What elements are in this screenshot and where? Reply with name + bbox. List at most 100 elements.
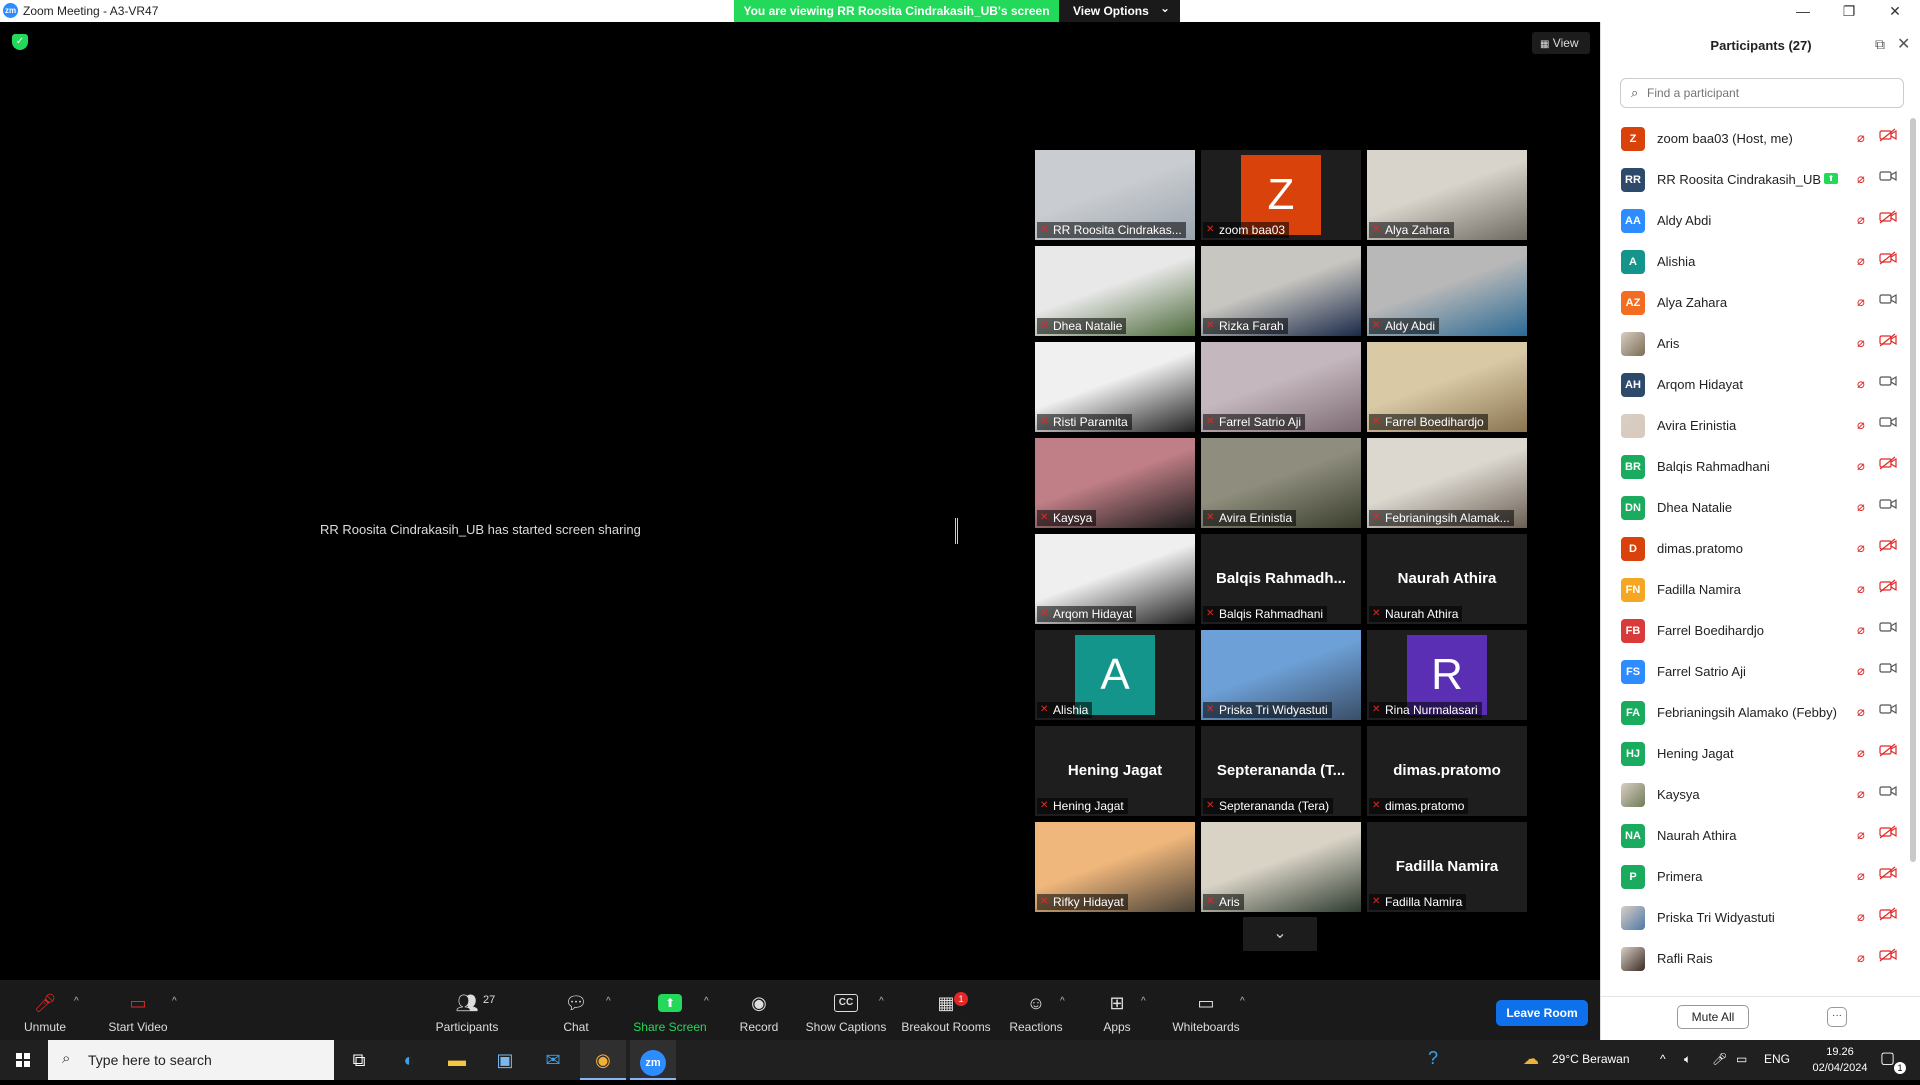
participant-row[interactable]: NA Naurah Athira ⌀ — [1601, 815, 1911, 856]
video-tile[interactable]: ✕ Kaysya — [1035, 438, 1195, 528]
video-off-icon[interactable] — [1879, 825, 1897, 839]
video-tile[interactable]: Septerananda (T... ✕ Septerananda (Tera) — [1201, 726, 1361, 816]
muted-microphone-icon[interactable]: ⌀ — [1857, 335, 1865, 351]
language-indicator[interactable]: ENG — [1764, 1052, 1790, 1066]
muted-microphone-icon[interactable]: ⌀ — [1857, 130, 1865, 146]
participant-row[interactable]: Kaysya ⌀ — [1601, 774, 1911, 815]
participant-list-scrollbar[interactable] — [1910, 118, 1916, 862]
video-tile[interactable]: dimas.pratomo ✕ dimas.pratomo — [1367, 726, 1527, 816]
participant-row[interactable]: FA Febrianingsih Alamako (Febby) ⌀ — [1601, 692, 1911, 733]
video-camera-icon[interactable] — [1879, 292, 1897, 306]
video-camera-icon[interactable] — [1879, 497, 1897, 511]
video-off-icon[interactable] — [1879, 579, 1897, 593]
video-off-icon[interactable] — [1879, 210, 1897, 224]
video-tile[interactable]: Balqis Rahmadh... ✕ Balqis Rahmadhani — [1201, 534, 1361, 624]
notification-icon[interactable]: ▢ — [1880, 1048, 1895, 1068]
chat-button[interactable]: 💬︎ Chat — [556, 980, 596, 1040]
video-options-caret[interactable]: ^ — [172, 996, 177, 1007]
chrome-icon[interactable]: ◉ — [580, 1040, 626, 1080]
muted-microphone-icon[interactable]: ⌀ — [1857, 540, 1865, 556]
record-button[interactable]: ◉ Record — [735, 980, 783, 1040]
participant-row[interactable]: BR Balqis Rahmadhani ⌀ — [1601, 446, 1911, 487]
video-tile[interactable]: ✕ Rizka Farah — [1201, 246, 1361, 336]
zoom-taskbar-icon[interactable]: zm — [630, 1040, 676, 1080]
participant-row[interactable]: Priska Tri Widyastuti ⌀ — [1601, 897, 1911, 938]
participant-search[interactable]: ⌕ — [1620, 78, 1904, 108]
video-tile[interactable]: ✕ Dhea Natalie — [1035, 246, 1195, 336]
participant-row[interactable]: Ddimas.pratomo ⌀ — [1601, 528, 1911, 569]
video-tile[interactable]: R ✕ Rina Nurmalasari — [1367, 630, 1527, 720]
participant-row[interactable]: Zzoom baa03 (Host, me) ⌀ — [1601, 118, 1911, 159]
muted-microphone-icon[interactable]: ⌀ — [1857, 663, 1865, 679]
video-tile[interactable]: ✕ Risti Paramita — [1035, 342, 1195, 432]
video-tile[interactable]: Hening Jagat ✕ Hening Jagat — [1035, 726, 1195, 816]
muted-microphone-icon[interactable]: ⌀ — [1857, 212, 1865, 228]
view-options-button[interactable]: View Options ⌄ — [1059, 0, 1180, 22]
muted-microphone-icon[interactable]: ⌀ — [1857, 417, 1865, 433]
speaker-icon[interactable]: 🔈︎ — [1684, 1052, 1691, 1067]
chat-options-caret[interactable]: ^ — [606, 996, 611, 1007]
participant-row[interactable]: DN Dhea Natalie ⌀ — [1601, 487, 1911, 528]
muted-microphone-icon[interactable]: ⌀ — [1857, 704, 1865, 720]
muted-microphone-icon[interactable]: ⌀ — [1857, 581, 1865, 597]
edge-icon[interactable]: ◐ — [386, 1040, 432, 1080]
mute-all-button[interactable]: Mute All — [1677, 1005, 1749, 1029]
video-off-icon[interactable] — [1879, 866, 1897, 880]
video-tile[interactable]: ✕ Farrel Satrio Aji — [1201, 342, 1361, 432]
video-camera-icon[interactable] — [1879, 661, 1897, 675]
video-camera-icon[interactable] — [1879, 169, 1897, 183]
whiteboards-button[interactable]: ▭ Whiteboards — [1168, 980, 1244, 1040]
apps-options-caret[interactable]: ^ — [1141, 996, 1146, 1007]
whiteboards-options-caret[interactable]: ^ — [1240, 996, 1245, 1007]
video-tile[interactable]: ✕ Rifky Hidayat — [1035, 822, 1195, 912]
video-camera-icon[interactable] — [1879, 374, 1897, 388]
muted-microphone-icon[interactable]: ⌀ — [1857, 376, 1865, 392]
video-tile[interactable]: ✕ RR Roosita Cindrakas... — [1035, 150, 1195, 240]
video-tile[interactable]: A ✕ Alishia — [1035, 630, 1195, 720]
video-camera-icon[interactable] — [1879, 702, 1897, 716]
minimize-button[interactable]: — — [1780, 0, 1826, 22]
close-icon[interactable]: ✕ — [1897, 34, 1910, 54]
muted-microphone-icon[interactable]: ⌀ — [1857, 294, 1865, 310]
video-off-icon[interactable] — [1879, 251, 1897, 265]
reactions-options-caret[interactable]: ^ — [1060, 996, 1065, 1007]
mail-icon[interactable]: ✉ — [530, 1040, 576, 1080]
video-tile[interactable]: ✕ Arqom Hidayat — [1035, 534, 1195, 624]
participant-row[interactable]: A Alishia ⌀ — [1601, 241, 1911, 282]
video-off-icon[interactable] — [1879, 743, 1897, 757]
muted-microphone-icon[interactable]: ⌀ — [1857, 909, 1865, 925]
video-off-icon[interactable] — [1879, 538, 1897, 552]
video-tile[interactable]: ✕ Alya Zahara — [1367, 150, 1527, 240]
video-camera-icon[interactable] — [1879, 784, 1897, 798]
share-screen-button[interactable]: ⬆ Share Screen — [630, 980, 710, 1040]
video-camera-icon[interactable] — [1879, 620, 1897, 634]
muted-microphone-icon[interactable]: ⌀ — [1857, 745, 1865, 761]
breakout-rooms-button[interactable]: ▦ 1 Breakout Rooms — [898, 980, 994, 1040]
start-video-button[interactable]: ▭ Start Video — [100, 980, 176, 1040]
help-icon[interactable]: ? — [1428, 1048, 1438, 1069]
video-tile[interactable]: ✕ Febrianingsih Alamak... — [1367, 438, 1527, 528]
shield-icon[interactable]: ✓ — [12, 34, 28, 50]
participant-row[interactable]: P Primera ⌀ — [1601, 856, 1911, 897]
more-options-button[interactable]: ··· — [1827, 1007, 1847, 1027]
video-off-icon[interactable] — [1879, 456, 1897, 470]
muted-microphone-icon[interactable]: ⌀ — [1857, 499, 1865, 515]
captions-options-caret[interactable]: ^ — [879, 996, 884, 1007]
video-tile[interactable]: ✕ Priska Tri Widyastuti — [1201, 630, 1361, 720]
popout-icon[interactable]: ⧉ — [1875, 36, 1885, 53]
video-tile[interactable]: Fadilla Namira ✕ Fadilla Namira — [1367, 822, 1527, 912]
view-button[interactable]: ▦ View — [1532, 32, 1590, 54]
participant-row[interactable]: AA Aldy Abdi ⌀ — [1601, 200, 1911, 241]
search-input[interactable] — [1647, 83, 1897, 103]
apps-button[interactable]: ⊞ Apps — [1100, 980, 1134, 1040]
muted-microphone-icon[interactable]: ⌀ — [1857, 868, 1865, 884]
participant-row[interactable]: FS Farrel Satrio Aji ⌀ — [1601, 651, 1911, 692]
split-view-handle[interactable] — [955, 518, 958, 544]
muted-microphone-icon[interactable]: ⌀ — [1857, 253, 1865, 269]
maximize-button[interactable]: ❐ — [1826, 0, 1872, 22]
muted-microphone-icon[interactable]: ⌀ — [1857, 827, 1865, 843]
participant-row[interactable]: HJ Hening Jagat ⌀ — [1601, 733, 1911, 774]
muted-microphone-icon[interactable]: ⌀ — [1857, 458, 1865, 474]
chevron-down-icon[interactable]: ⌄ — [1243, 917, 1317, 951]
video-tile[interactable]: Naurah Athira ✕ Naurah Athira — [1367, 534, 1527, 624]
